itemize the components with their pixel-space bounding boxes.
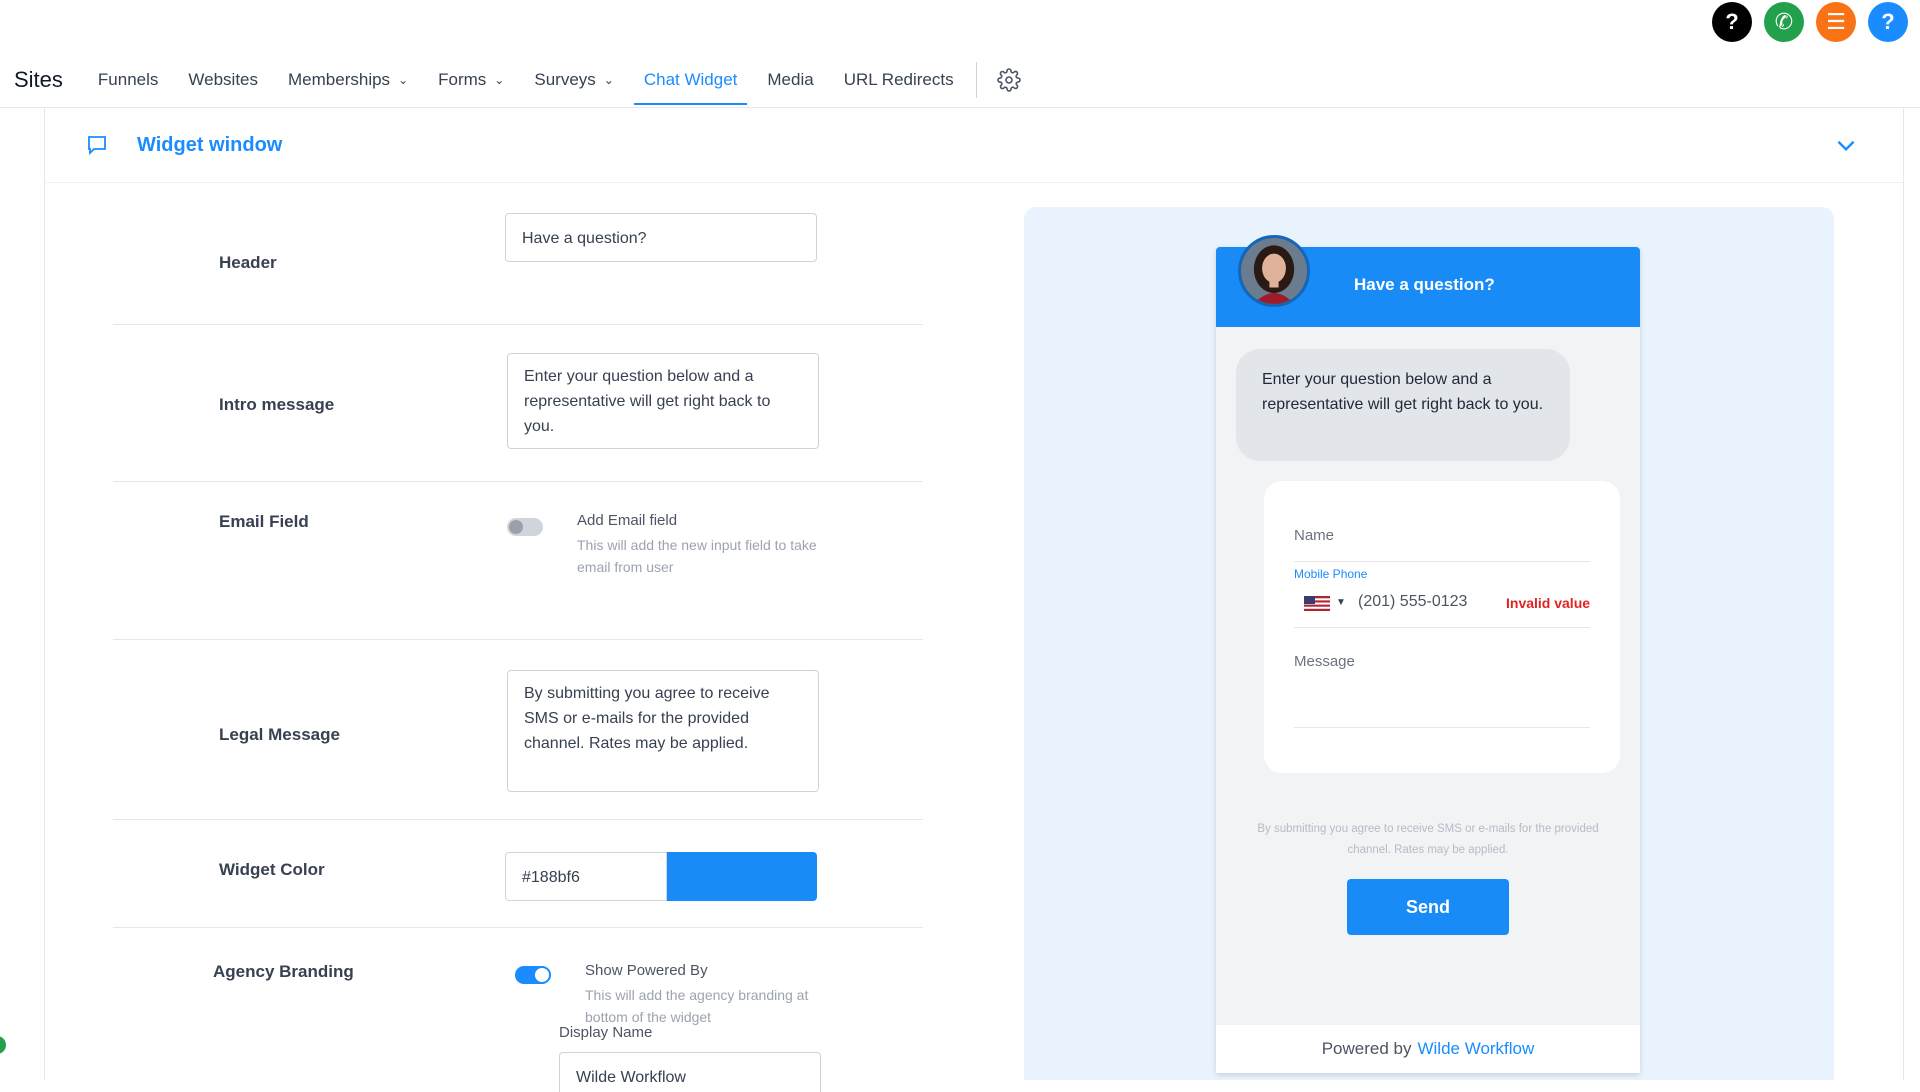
- widget-preview-area: Have a question? Enter your question bel…: [1024, 207, 1834, 1080]
- legal-message-label: Legal Message: [219, 725, 340, 744]
- chat-bubble-icon: [88, 136, 106, 156]
- main-nav: Sites Funnels Websites Memberships ⌄ Form…: [0, 55, 1021, 105]
- legal-message-row: Legal Message By submitting you agree to…: [113, 640, 923, 820]
- intro-message-row: Intro message Enter your question below …: [113, 325, 923, 482]
- mobile-phone-field[interactable]: (201) 555-0123: [1358, 593, 1467, 611]
- email-field-toggle[interactable]: [507, 518, 543, 536]
- widget-legal-text: By submitting you agree to receive SMS o…: [1257, 823, 1599, 856]
- chevron-down-icon[interactable]: [1833, 132, 1859, 158]
- widget-color-input[interactable]: #188bf6: [505, 852, 667, 901]
- widget-header: Have a question?: [1216, 235, 1640, 327]
- legal-message-textarea[interactable]: By submitting you agree to receive SMS o…: [507, 670, 819, 792]
- top-bar: ? ✆ ☰ ? Sites Funnels Websites Membershi…: [0, 0, 1920, 108]
- intro-message-label: Intro message: [219, 395, 335, 414]
- contact-form-card: Name Mobile Phone ▼ (201) 555-0123 Inval…: [1264, 481, 1620, 773]
- email-field-label: Email Field: [219, 512, 309, 531]
- phone-error-text: Invalid value: [1506, 595, 1591, 611]
- list-icon[interactable]: ☰: [1816, 2, 1856, 42]
- powered-by-brand-link[interactable]: Wilde Workflow: [1417, 1039, 1534, 1059]
- nav-item-label: Memberships: [288, 70, 391, 89]
- nav-item-label: Funnels: [97, 70, 159, 89]
- avatar: [1238, 235, 1310, 307]
- powered-toggle-title: Show Powered By: [585, 962, 708, 979]
- nav-item-label: Media: [767, 70, 814, 89]
- powered-by-prefix: Powered by: [1321, 1039, 1412, 1058]
- widget-color-label: Widget Color: [219, 860, 325, 879]
- top-icon-group: ? ✆ ☰ ?: [1712, 2, 1908, 42]
- chevron-down-icon: ⌄: [494, 73, 505, 87]
- nav-item-label: URL Redirects: [843, 70, 954, 89]
- powered-toggle-description: This will add the agency branding at bot…: [585, 987, 809, 1025]
- widget-header-title: Have a question?: [1354, 275, 1495, 294]
- email-field-row: Email Field Add Email field This will ad…: [113, 482, 923, 640]
- email-toggle-title: Add Email field: [577, 512, 678, 529]
- mobile-phone-label: Mobile Phone: [1294, 567, 1368, 581]
- name-field[interactable]: Name: [1294, 527, 1334, 544]
- nav-item-label: Websites: [188, 70, 259, 89]
- chevron-down-icon: ⌄: [603, 73, 614, 87]
- send-button[interactable]: Send: [1347, 879, 1509, 935]
- header-input[interactable]: Have a question?: [505, 213, 817, 262]
- nav-item-forms[interactable]: Forms ⌄: [438, 55, 504, 105]
- help-icon[interactable]: ?: [1712, 2, 1752, 42]
- nav-item-websites[interactable]: Websites: [188, 55, 258, 105]
- us-flag-icon[interactable]: [1304, 596, 1330, 611]
- nav-item-memberships[interactable]: Memberships ⌄: [288, 55, 408, 105]
- header-label: Header: [219, 253, 277, 272]
- display-name-input[interactable]: Wilde Workflow: [559, 1052, 821, 1092]
- nav-item-chat-widget[interactable]: Chat Widget: [633, 55, 747, 105]
- intro-message-textarea[interactable]: Enter your question below and a represen…: [507, 353, 819, 449]
- intro-bubble: Enter your question below and a represen…: [1236, 349, 1570, 461]
- nav-item-media[interactable]: Media: [767, 55, 813, 105]
- gear-icon[interactable]: [996, 68, 1021, 92]
- nav-item-funnels[interactable]: Funnels: [98, 55, 158, 105]
- phone-icon[interactable]: ✆: [1764, 2, 1804, 42]
- nav-item-url-redirects[interactable]: URL Redirects: [844, 55, 954, 105]
- widget-color-row: Widget Color #188bf6: [113, 820, 923, 928]
- nav-item-surveys[interactable]: Surveys ⌄: [534, 55, 613, 105]
- powered-by-footer: Powered by Wilde Workflow: [1216, 1025, 1640, 1073]
- nav-title-sites: Sites: [14, 67, 63, 92]
- agent-avatar-icon: [1241, 238, 1307, 304]
- email-toggle-description: This will add the new input field to tak…: [577, 537, 817, 575]
- show-powered-by-toggle[interactable]: [515, 966, 551, 984]
- caret-down-icon[interactable]: ▼: [1336, 597, 1346, 608]
- message-field[interactable]: Message: [1294, 653, 1355, 670]
- display-name-label: Display Name: [559, 1024, 653, 1041]
- header-row: Header Have a question?: [113, 183, 923, 325]
- help-blue-icon[interactable]: ?: [1868, 2, 1908, 42]
- phone-underline: [1294, 627, 1590, 628]
- message-underline: [1294, 727, 1590, 728]
- section-header[interactable]: Widget window: [45, 108, 1903, 183]
- chat-widget-preview: Have a question? Enter your question bel…: [1216, 235, 1640, 1073]
- section-title: Widget window: [137, 133, 283, 156]
- name-underline: [1294, 561, 1590, 562]
- nav-divider: [975, 62, 977, 98]
- nav-item-label: Forms: [438, 70, 487, 89]
- agency-branding-label: Agency Branding: [213, 962, 354, 981]
- chevron-down-icon: ⌄: [398, 73, 409, 87]
- side-indicator: [0, 1036, 6, 1054]
- nav-item-label: Chat Widget: [643, 70, 738, 89]
- widget-color-swatch[interactable]: [667, 852, 817, 901]
- nav-item-label: Surveys: [534, 70, 596, 89]
- agency-branding-row: Agency Branding Show Powered By This wil…: [113, 928, 923, 1092]
